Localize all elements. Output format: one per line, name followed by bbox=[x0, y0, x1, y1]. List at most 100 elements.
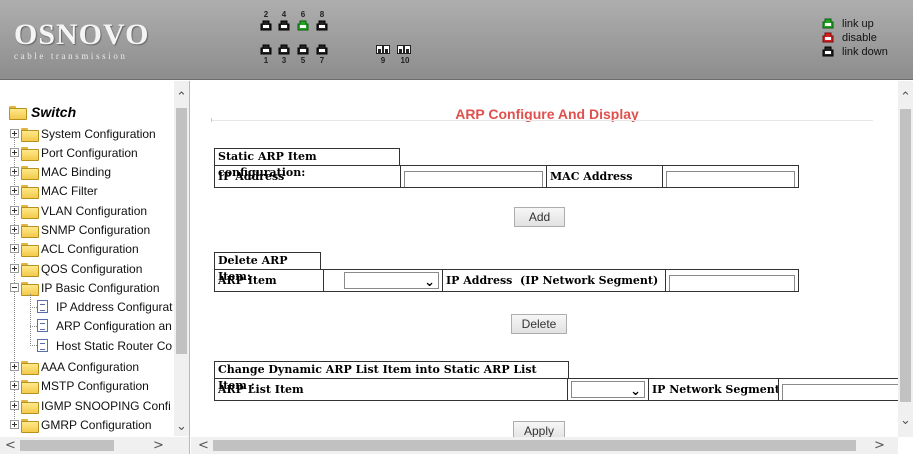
folder-icon bbox=[21, 379, 39, 394]
chevron-down-icon: ⌄ bbox=[424, 275, 435, 290]
folder-icon bbox=[21, 165, 39, 180]
scrollbar-thumb[interactable] bbox=[213, 440, 856, 451]
port-number: 8 bbox=[319, 10, 325, 19]
folder-icon bbox=[21, 262, 39, 277]
scroll-down-icon[interactable]: ⌄ bbox=[173, 418, 190, 435]
scroll-down-icon[interactable]: ⌄ bbox=[897, 412, 913, 429]
tree-item-gmrp-configuration[interactable]: GMRP Configuration bbox=[10, 415, 152, 434]
delete-arp-row: ARP Item ⌄ IP Address (IP Network Segmen… bbox=[214, 269, 799, 292]
change-arp-row: ARP List Item ⌄ IP Network Segment bbox=[214, 378, 908, 401]
port-8-icon[interactable] bbox=[316, 20, 328, 31]
folder-icon bbox=[21, 242, 39, 257]
scroll-left-icon[interactable]: < bbox=[195, 437, 212, 454]
mac-address-cell bbox=[662, 165, 799, 188]
arp-item-cell: ⌄ bbox=[323, 269, 443, 292]
legend-label: link down bbox=[842, 45, 888, 58]
delete-button[interactable]: Delete bbox=[511, 314, 567, 334]
ip-address-input[interactable] bbox=[404, 170, 543, 187]
folder-icon bbox=[21, 184, 39, 199]
tree-item-host-static-router[interactable]: Host Static Router Co bbox=[37, 336, 172, 355]
delete-ip-cell bbox=[665, 269, 799, 292]
tree-item-label: VLAN Configuration bbox=[41, 203, 148, 218]
port-2-icon[interactable] bbox=[260, 20, 272, 31]
expand-icon[interactable] bbox=[10, 186, 19, 195]
tree-item-acl-configuration[interactable]: ACL Configuration bbox=[10, 239, 139, 258]
tree-item-ip-address-configuration[interactable]: IP Address Configurat bbox=[37, 297, 173, 316]
tree-root-switch[interactable]: Switch bbox=[9, 104, 76, 120]
ip-address-label: IP Address bbox=[214, 165, 401, 188]
mac-address-label: MAC Address bbox=[546, 165, 663, 188]
expand-icon[interactable] bbox=[10, 401, 19, 410]
scroll-up-icon[interactable]: ⌃ bbox=[173, 89, 190, 106]
port-7-icon[interactable] bbox=[316, 44, 328, 55]
sidebar-horizontal-scrollbar[interactable]: < > bbox=[0, 437, 189, 454]
expand-icon[interactable] bbox=[10, 264, 19, 273]
ip-network-segment-input[interactable] bbox=[782, 383, 904, 400]
page-icon bbox=[37, 339, 48, 352]
add-button[interactable]: Add bbox=[514, 207, 565, 227]
port-9-icon[interactable] bbox=[376, 44, 390, 55]
arp-item-label: ARP Item bbox=[214, 269, 324, 292]
expand-icon[interactable] bbox=[10, 244, 19, 253]
expand-icon[interactable] bbox=[10, 206, 19, 215]
port-number: 7 bbox=[319, 56, 325, 65]
tree-item-snmp-configuration[interactable]: SNMP Configuration bbox=[10, 220, 150, 239]
header-banner: OSNOVO cable transmission 2 4 6 8 1 3 5 … bbox=[0, 0, 913, 80]
ip-network-segment-cell bbox=[778, 378, 908, 401]
section-heading-static-arp: Static ARP Item configuration: bbox=[214, 148, 400, 179]
port-5-icon[interactable] bbox=[297, 44, 309, 55]
tree-item-mac-filter[interactable]: MAC Filter bbox=[10, 181, 98, 200]
section-heading-delete-arp: Delete ARP Item: bbox=[214, 252, 321, 283]
expand-icon[interactable] bbox=[10, 362, 19, 371]
main-vertical-scrollbar[interactable]: ⌃ ⌄ bbox=[898, 81, 913, 437]
port-10-icon[interactable] bbox=[397, 44, 411, 55]
expand-icon[interactable] bbox=[10, 148, 19, 157]
tree-item-label: QOS Configuration bbox=[41, 261, 143, 276]
tree-item-vlan-configuration[interactable]: VLAN Configuration bbox=[10, 201, 147, 220]
tree-item-label: MAC Filter bbox=[41, 183, 98, 198]
port-6-icon[interactable] bbox=[297, 20, 309, 31]
tree-item-port-configuration[interactable]: Port Configuration bbox=[10, 143, 138, 162]
expand-icon[interactable] bbox=[10, 167, 19, 176]
tree-item-label: IGMP SNOOPING Confi bbox=[41, 398, 171, 413]
tree-item-system-configuration[interactable]: System Configuration bbox=[10, 124, 156, 143]
disable-icon bbox=[822, 32, 834, 43]
scrollbar-thumb[interactable] bbox=[20, 440, 114, 451]
page-icon bbox=[37, 300, 48, 313]
arp-item-select[interactable]: ⌄ bbox=[344, 272, 439, 290]
main-horizontal-scrollbar[interactable]: < > bbox=[191, 437, 898, 454]
scroll-left-icon[interactable]: < bbox=[2, 437, 19, 454]
logo-name: OSNOVO bbox=[14, 18, 150, 51]
expand-icon[interactable] bbox=[10, 420, 19, 429]
scroll-right-icon[interactable]: > bbox=[871, 437, 888, 454]
port-number: 6 bbox=[300, 10, 306, 19]
expand-icon[interactable] bbox=[10, 129, 19, 138]
folder-icon bbox=[21, 360, 39, 375]
tree-item-aaa-configuration[interactable]: AAA Configuration bbox=[10, 357, 139, 376]
scroll-up-icon[interactable]: ⌃ bbox=[897, 89, 913, 106]
expand-icon[interactable] bbox=[10, 381, 19, 390]
tree-item-ip-basic-configuration[interactable]: IP Basic Configuration bbox=[10, 278, 160, 297]
port-3-icon[interactable] bbox=[278, 44, 290, 55]
scrollbar-thumb[interactable] bbox=[176, 108, 187, 354]
tree-item-igmp-snooping[interactable]: IGMP SNOOPING Confi bbox=[10, 396, 171, 415]
delete-ip-input[interactable] bbox=[669, 274, 795, 291]
expand-icon[interactable] bbox=[10, 225, 19, 234]
tree-item-label: ARP Configuration an bbox=[56, 318, 172, 333]
tree-item-label: System Configuration bbox=[41, 126, 156, 141]
tree-item-mstp-configuration[interactable]: MSTP Configuration bbox=[10, 376, 149, 395]
collapse-icon[interactable] bbox=[10, 283, 19, 292]
scrollbar-thumb[interactable] bbox=[900, 109, 911, 402]
folder-icon bbox=[21, 204, 39, 219]
arp-list-item-select[interactable]: ⌄ bbox=[571, 381, 645, 399]
port-1-icon[interactable] bbox=[260, 44, 272, 55]
tree-item-qos-configuration[interactable]: QOS Configuration bbox=[10, 259, 142, 278]
folder-open-icon bbox=[9, 106, 27, 120]
tree-item-label: IP Basic Configuration bbox=[41, 280, 160, 295]
tree-item-mac-binding[interactable]: MAC Binding bbox=[10, 162, 111, 181]
port-4-icon[interactable] bbox=[278, 20, 290, 31]
sidebar-vertical-scrollbar[interactable]: ⌃ ⌄ bbox=[174, 81, 189, 436]
mac-address-input[interactable] bbox=[666, 170, 795, 187]
tree-item-arp-configuration[interactable]: ARP Configuration an bbox=[37, 316, 172, 335]
scroll-right-icon[interactable]: > bbox=[150, 437, 167, 454]
